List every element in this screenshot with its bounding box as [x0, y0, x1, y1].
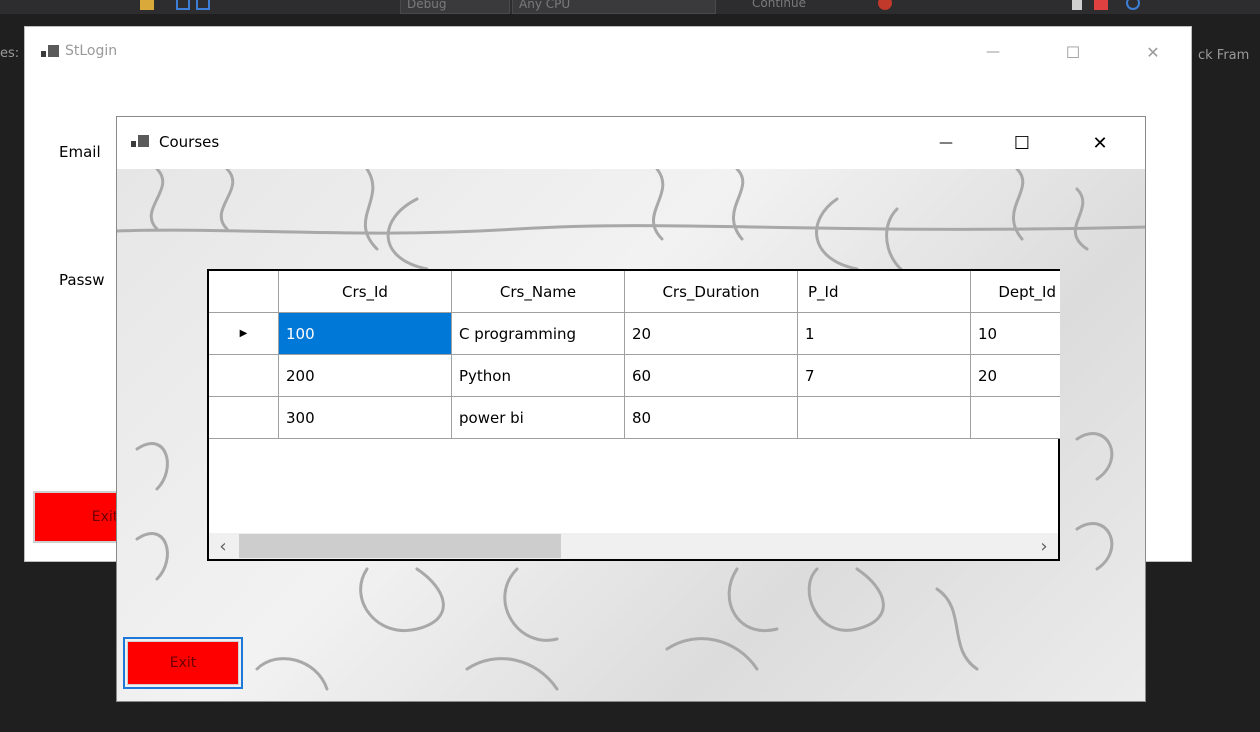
table-cell[interactable]: power bi: [452, 397, 625, 439]
table-cell[interactable]: 100: [279, 313, 452, 355]
app-icon: [131, 135, 149, 149]
folder-icon[interactable]: [140, 0, 154, 10]
row-header[interactable]: [209, 397, 279, 439]
table-cell[interactable]: 200: [279, 355, 452, 397]
column-header-dept-id[interactable]: Dept_Id: [971, 271, 1060, 313]
table-cell[interactable]: 300: [279, 397, 452, 439]
maximize-button[interactable]: ☐: [999, 127, 1045, 159]
window-title: StLogin: [65, 43, 118, 59]
minimize-button[interactable]: —: [969, 37, 1017, 67]
table-cell[interactable]: C programming: [452, 313, 625, 355]
pause-icon[interactable]: [1072, 0, 1082, 10]
courses-window: Courses — ☐ ✕ Crs_Id Crs_Name Crs_Durati…: [116, 116, 1146, 702]
ide-right-edge-text: ck Fram: [1198, 48, 1250, 63]
exit-button-label: Exit: [169, 655, 197, 671]
close-button[interactable]: ✕: [1129, 37, 1177, 67]
table-cell[interactable]: 1: [798, 313, 971, 355]
table-row[interactable]: 300 power bi 80: [209, 397, 1060, 439]
minimize-button[interactable]: —: [923, 127, 969, 159]
exit-button-face: Exit: [127, 641, 239, 685]
column-header-crs-id[interactable]: Crs_Id: [279, 271, 452, 313]
maximize-button[interactable]: ☐: [1049, 37, 1097, 67]
column-header-crs-duration[interactable]: Crs_Duration: [625, 271, 798, 313]
continue-button[interactable]: Continue: [752, 0, 806, 12]
scrollbar-thumb[interactable]: [239, 534, 561, 558]
horizontal-scrollbar[interactable]: ‹ ›: [209, 533, 1058, 559]
app-icon: [41, 45, 59, 59]
table-cell[interactable]: 7: [798, 355, 971, 397]
restart-icon[interactable]: [1126, 0, 1140, 10]
exit-button[interactable]: Exit: [33, 491, 129, 543]
scroll-right-icon[interactable]: ›: [1032, 533, 1056, 559]
email-label: Email: [59, 143, 101, 161]
row-header[interactable]: [209, 355, 279, 397]
exit-button-label: Exit: [91, 509, 119, 525]
table-cell[interactable]: 10: [971, 313, 1060, 355]
grid-corner-header[interactable]: [209, 271, 279, 313]
save-all-icon[interactable]: [196, 0, 210, 10]
courses-data-grid[interactable]: Crs_Id Crs_Name Crs_Duration P_Id Dept_I…: [207, 269, 1060, 561]
password-label: Passw: [59, 271, 105, 289]
column-header-p-id[interactable]: P_Id: [798, 271, 971, 313]
solution-platform-dropdown[interactable]: Any CPU: [512, 0, 716, 14]
ide-left-edge-text: es:: [0, 46, 20, 61]
breakpoint-icon[interactable]: [878, 0, 892, 10]
table-row[interactable]: 200 Python 60 7 20: [209, 355, 1060, 397]
table-cell[interactable]: 60: [625, 355, 798, 397]
column-header-crs-name[interactable]: Crs_Name: [452, 271, 625, 313]
window-title: Courses: [159, 133, 220, 151]
row-header[interactable]: ▶: [209, 313, 279, 355]
scroll-left-icon[interactable]: ‹: [211, 533, 235, 559]
title-bar: Courses — ☐ ✕: [117, 117, 1145, 169]
solution-config-dropdown[interactable]: Debug: [400, 0, 510, 14]
grid-header-row: Crs_Id Crs_Name Crs_Duration P_Id Dept_I…: [209, 271, 1060, 313]
close-button[interactable]: ✕: [1077, 127, 1123, 159]
save-icon[interactable]: [176, 0, 190, 10]
table-cell[interactable]: [798, 397, 971, 439]
current-row-arrow-icon: ▶: [239, 328, 248, 339]
exit-button[interactable]: Exit: [123, 637, 243, 689]
table-cell[interactable]: 20: [625, 313, 798, 355]
table-cell[interactable]: [971, 397, 1060, 439]
stop-icon[interactable]: [1094, 0, 1108, 10]
table-cell[interactable]: 20: [971, 355, 1060, 397]
table-cell[interactable]: 80: [625, 397, 798, 439]
ide-toolbar: Debug Any CPU Continue: [0, 0, 1260, 14]
table-row[interactable]: ▶ 100 C programming 20 1 10: [209, 313, 1060, 355]
table-cell[interactable]: Python: [452, 355, 625, 397]
